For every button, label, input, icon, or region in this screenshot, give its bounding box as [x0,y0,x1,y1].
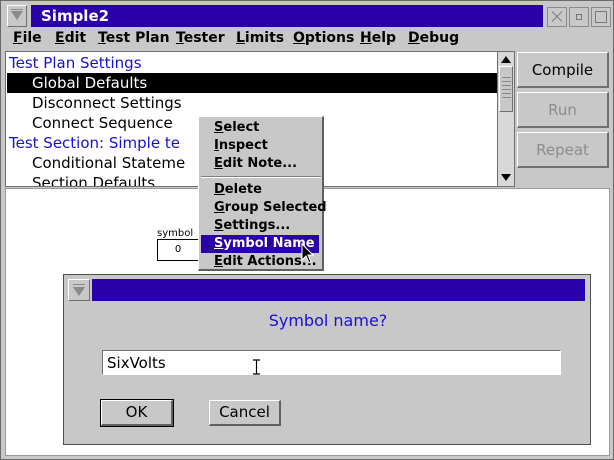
menu-limits-mnemonic: L [236,30,245,46]
minimize-button[interactable] [569,7,589,27]
scroll-thumb[interactable] [499,66,513,112]
menu-options-mnemonic: O [293,30,305,46]
symbol-name-dialog: Symbol name? OK Cancel [63,274,591,445]
cm-settings-label: ettings... [223,218,291,233]
mouse-pointer-icon [301,243,315,264]
menu-limits-label: imits [244,30,285,46]
dialog-menu-icon [73,284,85,285]
cm-group-mnemonic: G [214,200,225,215]
cm-inspect-label: nspect [218,138,268,153]
menu-file-label: ile [22,30,42,46]
menu-tester[interactable]: Tester [176,30,225,46]
symbol-label: symbol [157,228,194,239]
menu-options-label: ptions [304,30,355,46]
menu-tester-label: ester [183,30,225,46]
grip-line [502,89,511,90]
compile-button[interactable]: Compile [517,52,609,88]
dialog-title-bar[interactable] [92,279,585,301]
context-menu-settings[interactable]: Settings... [201,217,319,235]
menu-file[interactable]: File [13,30,42,46]
menu-edit[interactable]: Edit [55,30,86,46]
text-cursor-icon [253,359,260,375]
menu-debug-mnemonic: D [408,30,420,46]
symbol-node[interactable]: 0 [157,239,199,261]
tree-row-global-defaults[interactable]: Global Defaults [7,73,498,93]
dialog-prompt: Symbol name? [268,311,388,330]
grip-line [502,93,511,94]
menu-edit-mnemonic: E [55,30,65,46]
window-menu-button[interactable] [7,5,27,27]
scroll-down-icon[interactable] [501,174,511,181]
dialog-menu-triangle-icon [73,287,85,296]
context-menu-select[interactable]: Select [201,119,319,137]
menu-tester-mnemonic: T [176,30,184,46]
menu-help-mnemonic: H [360,30,372,46]
window-title: Simple2 [41,7,110,25]
cancel-button[interactable]: Cancel [209,400,281,426]
cm-edit-note-mnemonic: E [214,156,223,171]
grip-line [502,85,511,86]
context-menu-group-selected[interactable]: Group Selected [201,199,327,217]
menu-edit-label: dit [64,30,87,46]
grip-line [502,97,511,98]
window-menu-triangle-icon [11,11,23,20]
menu-help[interactable]: Help [360,30,396,46]
cm-group-label: roup Selected [224,200,327,215]
cm-select-mnemonic: S [214,120,224,135]
maximize-button[interactable] [591,7,611,27]
cm-delete-mnemonic: D [214,182,225,197]
menu-test-plan-mnemonic: T [98,30,106,46]
menu-debug[interactable]: Debug [408,30,459,46]
menu-test-plan-label: est Plan [105,30,170,46]
window-menu-icon [11,9,23,10]
context-menu-edit-note[interactable]: Edit Note... [201,155,319,173]
tree-scrollbar[interactable] [497,52,514,186]
menu-help-label: elp [371,30,397,46]
grip-line [502,81,511,82]
menu-debug-label: ebug [419,30,460,46]
ok-button[interactable]: OK [100,399,174,427]
cm-delete-label: elete [224,182,262,197]
cm-select-label: elect [223,120,260,135]
cm-edit-actions-mnemonic: E [214,254,223,269]
cm-edit-note-label: dit Note... [222,156,298,171]
context-menu-inspect[interactable]: Inspect [201,137,319,155]
menu-test-plan[interactable]: Test Plan [98,30,170,46]
menu-limits[interactable]: Limits [236,30,284,46]
maximize-icon [595,11,607,23]
menu-bar: File Edit Test Plan Tester Limits Option… [3,29,611,49]
menu-file-mnemonic: F [13,30,23,46]
cm-settings-mnemonic: S [214,218,224,233]
menu-options[interactable]: Options [293,30,354,46]
close-button[interactable] [547,7,567,27]
context-menu-delete[interactable]: Delete [201,181,319,199]
grip-line [502,77,511,78]
dialog-menu-button[interactable] [68,279,90,301]
tree-row-disconnect-settings[interactable]: Disconnect Settings [7,93,498,113]
tree-row-test-plan-settings[interactable]: Test Plan Settings [7,53,498,73]
main-window: Simple2 File Edit Test Plan Tester Limit… [0,0,614,460]
symbol-name-input[interactable] [102,350,561,375]
cm-symbol-name-mnemonic: S [214,236,224,251]
context-menu-separator [201,176,321,178]
minimize-icon [576,14,582,20]
title-bar: Simple2 [3,4,611,28]
run-button[interactable]: Run [517,92,609,128]
scroll-up-icon[interactable] [501,56,511,63]
repeat-button[interactable]: Repeat [517,132,609,168]
